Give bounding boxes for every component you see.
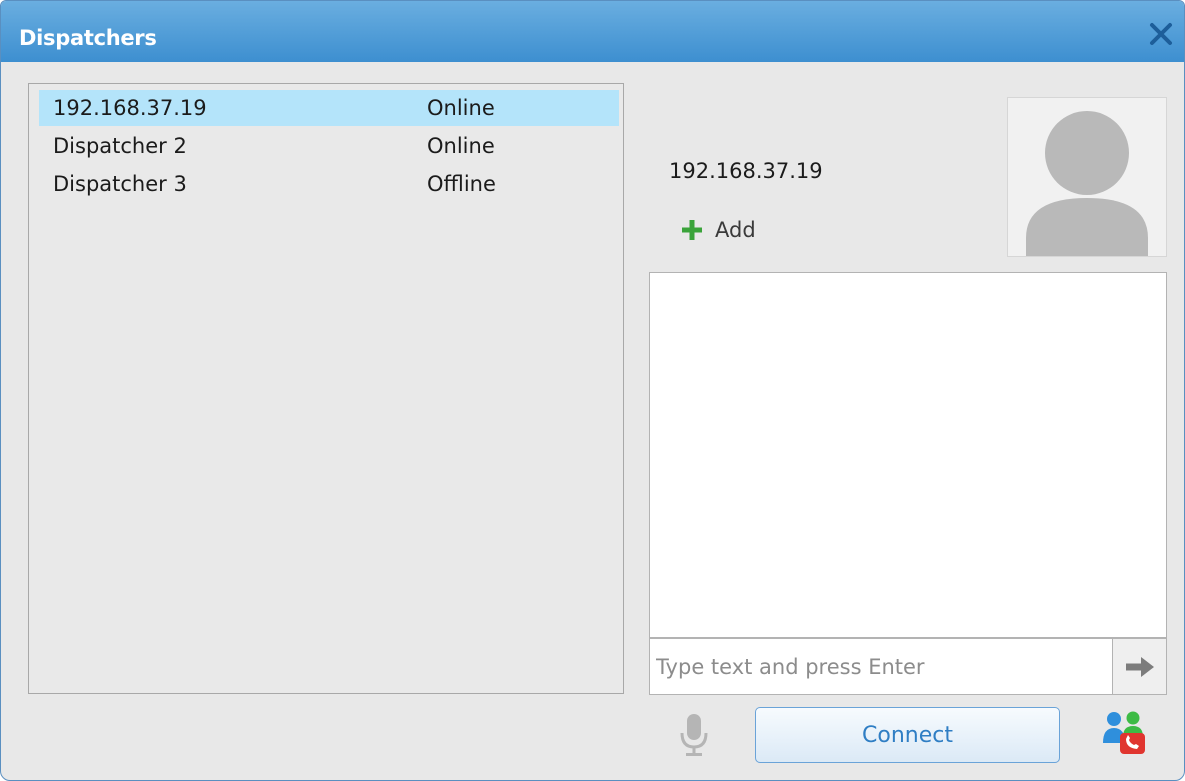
dispatcher-row[interactable]: 192.168.37.19 Online [39,90,619,126]
group-call-icon [1103,711,1145,754]
close-button[interactable] [1144,17,1178,51]
close-icon [1150,23,1172,45]
dispatcher-status: Online [427,96,495,120]
message-input[interactable] [649,638,1113,695]
selected-contact-name: 192.168.37.19 [669,159,823,183]
dispatcher-row[interactable]: Dispatcher 2 Online [39,128,619,164]
dispatcher-list[interactable]: 192.168.37.19 Online Dispatcher 2 Online… [28,83,624,694]
add-contact-button[interactable]: Add [681,215,756,245]
chat-history[interactable] [649,272,1167,638]
connect-button[interactable]: Connect [755,707,1060,763]
dispatcher-status: Online [427,134,495,158]
send-button[interactable] [1112,638,1167,695]
dispatcher-name: Dispatcher 2 [53,134,187,158]
window-title: Dispatchers [19,26,157,50]
dispatcher-row[interactable]: Dispatcher 3 Offline [39,166,619,202]
contact-avatar [1007,97,1167,257]
microphone-icon [680,714,708,756]
dispatcher-name: Dispatcher 3 [53,172,187,196]
plus-icon [682,220,702,240]
add-label: Add [715,218,756,242]
title-bar: Dispatchers [1,1,1184,62]
group-call-button[interactable] [1101,709,1147,755]
microphone-button[interactable] [679,713,709,759]
arrow-right-icon [1125,656,1154,677]
user-avatar-icon [1026,111,1148,256]
dispatcher-name: 192.168.37.19 [53,96,207,120]
dispatchers-window: Dispatchers 192.168.37.19 Online Dispatc… [0,0,1185,781]
dispatcher-status: Offline [427,172,496,196]
